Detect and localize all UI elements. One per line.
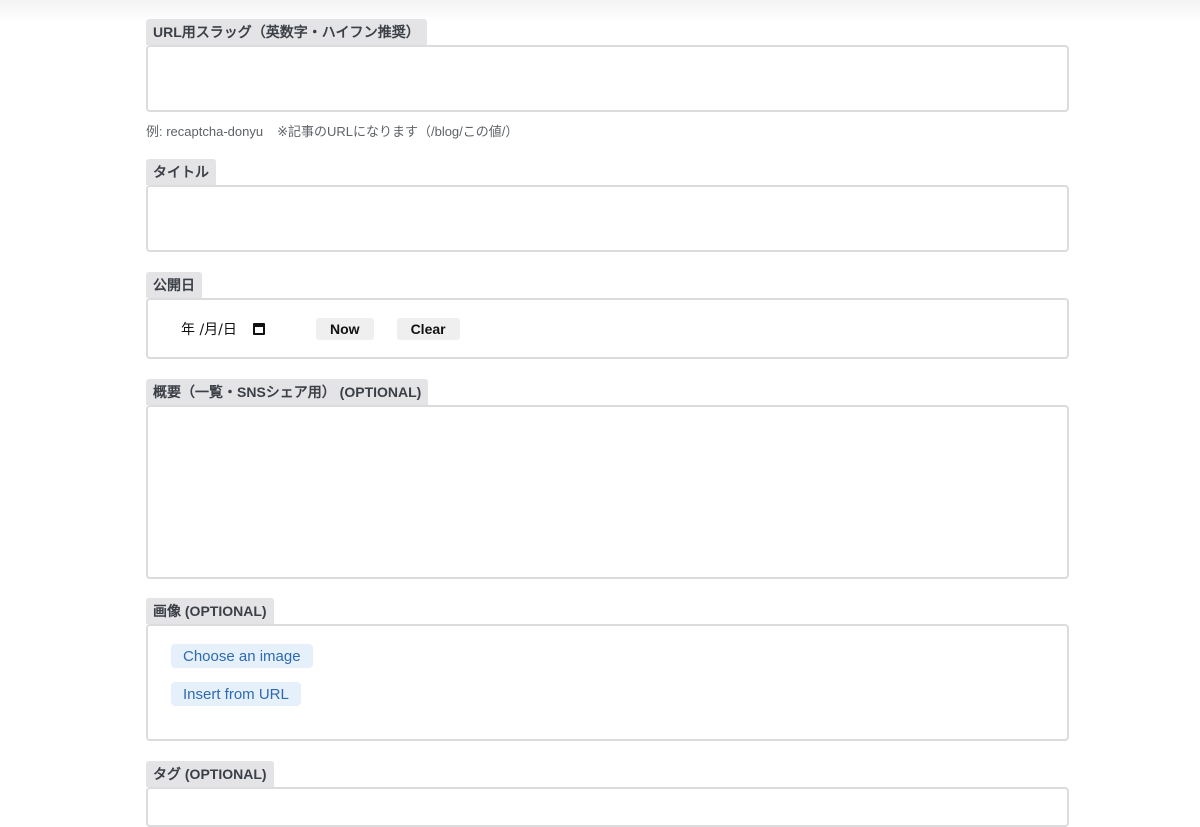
slug-input[interactable] — [148, 47, 1067, 110]
slug-field: URL用スラッグ（英数字・ハイフン推奨） 例: recaptcha-donyu ※… — [146, 19, 1069, 140]
image-box: Choose an image Insert from URL — [146, 624, 1069, 741]
publish-date-row: 年 /月/日 Now Clear — [148, 300, 1067, 357]
slug-hint-example: 例: recaptcha-donyu — [146, 124, 264, 139]
image-label: 画像 (OPTIONAL) — [146, 598, 274, 624]
publish-date-box: 年 /月/日 Now Clear — [146, 298, 1069, 359]
publish-date-label: 公開日 — [146, 272, 202, 298]
title-label: タイトル — [146, 159, 216, 185]
insert-from-url-button[interactable]: Insert from URL — [171, 682, 301, 706]
slug-label: URL用スラッグ（英数字・ハイフン推奨） — [146, 19, 427, 45]
date-input[interactable]: 年 /月/日 — [181, 319, 293, 339]
choose-image-button[interactable]: Choose an image — [171, 644, 313, 668]
tags-box[interactable] — [146, 787, 1069, 827]
date-placeholder: 年 /月/日 — [181, 321, 237, 338]
title-field: タイトル — [146, 159, 1069, 252]
slug-input-box — [146, 45, 1069, 112]
summary-label: 概要（一覧・SNSシェア用） (OPTIONAL) — [146, 379, 429, 405]
summary-textarea-box — [146, 405, 1069, 579]
summary-textarea[interactable] — [148, 407, 1067, 577]
now-button[interactable]: Now — [316, 317, 374, 340]
publish-date-field: 公開日 年 /月/日 Now Clear — [146, 272, 1069, 359]
clear-button[interactable]: Clear — [396, 317, 460, 340]
slug-hint-note: ※記事のURLになります（/blog/この値/） — [277, 124, 519, 139]
tags-field: タグ (OPTIONAL) — [146, 761, 1069, 827]
slug-hint: 例: recaptcha-donyu ※記事のURLになります（/blog/この値… — [146, 121, 1069, 140]
calendar-icon[interactable] — [252, 322, 265, 335]
summary-field: 概要（一覧・SNSシェア用） (OPTIONAL) — [146, 379, 1069, 579]
title-input[interactable] — [148, 187, 1067, 250]
title-input-box — [146, 185, 1069, 252]
tags-label: タグ (OPTIONAL) — [146, 761, 274, 787]
image-field: 画像 (OPTIONAL) Choose an image Insert fro… — [146, 598, 1069, 741]
